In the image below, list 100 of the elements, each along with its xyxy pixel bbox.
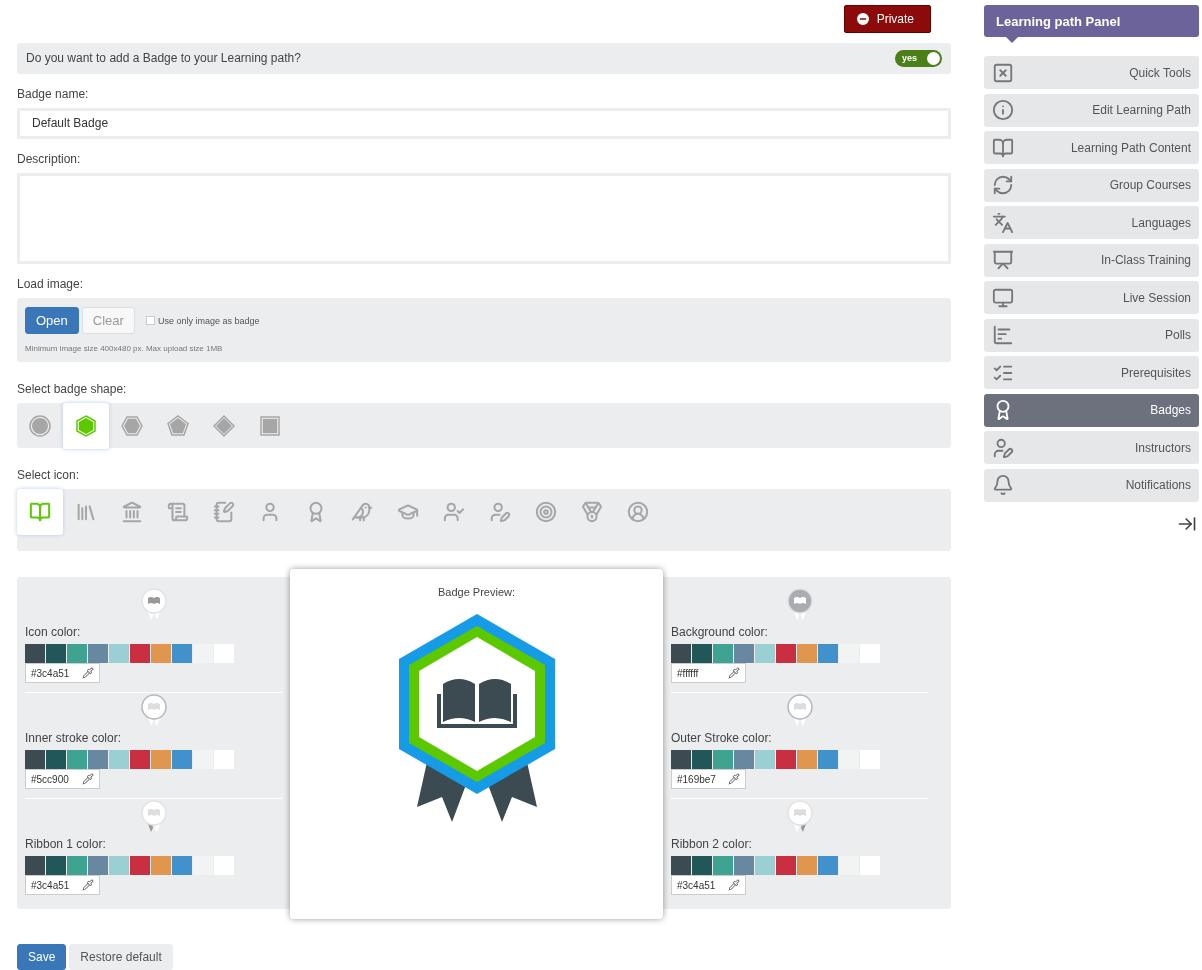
building-icon [121,501,143,524]
color-swatch[interactable] [67,750,87,769]
hexagon-shape-icon [74,413,98,438]
hex-color-field[interactable]: #3c4a51 [671,875,746,895]
color-swatch[interactable] [755,856,775,875]
color-swatch[interactable] [109,644,129,663]
color-swatch[interactable] [130,856,150,875]
color-swatch[interactable] [713,856,733,875]
color-swatch[interactable] [734,644,754,663]
color-swatch[interactable] [692,750,712,769]
field-label: Select icon: [17,468,81,483]
sidebar-item[interactable]: Badges [984,393,1199,427]
color-swatch[interactable] [109,750,129,769]
sidebar-item[interactable]: Group Courses [984,168,1199,202]
sidebar-item[interactable]: Edit Learning Path [984,93,1199,127]
color-swatch[interactable] [109,856,129,875]
toggle-switch[interactable]: yes [895,49,942,67]
color-swatch[interactable] [46,644,66,663]
color-swatch[interactable] [755,644,775,663]
color-swatch[interactable] [172,856,192,875]
color-swatch[interactable] [671,750,691,769]
hex-color-field[interactable]: #ffffff [671,663,746,683]
color-swatch[interactable] [776,856,796,875]
color-swatch[interactable] [88,856,108,875]
color-swatch[interactable] [692,856,712,875]
book-icon [992,136,1014,159]
color-swatch[interactable] [67,644,87,663]
panel-title: Learning path Panel [984,5,1199,37]
color-swatch[interactable] [151,856,171,875]
bell-icon [992,474,1014,496]
color-swatch[interactable] [67,856,87,875]
color-swatch[interactable] [193,644,213,663]
color-swatch[interactable] [839,856,859,875]
save-button[interactable]: Save [17,944,67,970]
color-swatch[interactable] [193,750,213,769]
color-swatch[interactable] [818,644,838,663]
sidebar-item[interactable]: In-Class Training [984,243,1199,277]
hex-color-field[interactable]: #3c4a51 [25,875,100,895]
sidebar-item[interactable]: Learning Path Content [984,131,1199,164]
color-swatch[interactable] [130,644,150,663]
color-swatch[interactable] [671,856,691,875]
color-swatch[interactable] [755,750,775,769]
color-swatch[interactable] [88,750,108,769]
sidebar-item[interactable]: Languages [984,206,1199,239]
color-swatch[interactable] [713,644,733,663]
checkbox-label: Use only image as badge [157,315,260,326]
icon-option[interactable] [17,489,63,536]
sidebar-item[interactable]: Notifications [984,468,1199,502]
hex-color-field[interactable]: #3c4a51 [25,663,100,683]
color-swatch[interactable] [25,644,45,663]
mini-badge-icon [785,587,814,621]
document-icon [213,501,235,524]
color-swatch[interactable] [151,750,171,769]
color-swatch[interactable] [692,644,712,663]
color-swatch[interactable] [713,750,733,769]
shape-option[interactable] [63,402,109,449]
hex-color-field[interactable]: #169be7 [671,769,746,789]
color-swatch[interactable] [46,750,66,769]
color-swatch[interactable] [172,750,192,769]
color-swatch[interactable] [797,750,817,769]
eyedropper-icon[interactable] [728,879,740,891]
color-swatch[interactable] [46,856,66,875]
eyedropper-icon[interactable] [82,879,94,891]
color-swatch[interactable] [734,856,754,875]
hex-color-field[interactable]: #5cc900 [25,769,100,789]
eyedropper-icon[interactable] [728,667,740,679]
color-swatch[interactable] [839,644,859,663]
sidebar-item[interactable]: Instructors [984,431,1199,464]
eyedropper-icon[interactable] [82,773,94,785]
private-button[interactable]: Private [843,5,931,33]
color-swatch[interactable] [25,750,45,769]
color-swatch[interactable] [151,644,171,663]
collapse-icon[interactable] [1177,514,1197,534]
color-swatch[interactable] [839,750,859,769]
eyedropper-icon[interactable] [82,667,94,679]
sidebar-item[interactable]: Quick Tools [984,56,1199,89]
sidebar-item[interactable]: Prerequisites [984,356,1199,389]
eyedropper-icon[interactable] [728,773,740,785]
languages-icon [992,211,1014,234]
checkbox[interactable] [145,316,155,326]
sidebar-item[interactable]: Polls [984,318,1199,352]
color-swatch[interactable] [193,856,213,875]
open-button[interactable]: Open [25,307,79,335]
color-swatch[interactable] [776,644,796,663]
color-swatch[interactable] [25,856,45,875]
color-swatch[interactable] [818,856,838,875]
color-swatch[interactable] [818,750,838,769]
badge-name-field[interactable]: Default Badge [17,107,951,139]
color-swatch[interactable] [130,750,150,769]
color-swatch[interactable] [88,644,108,663]
diamond-shape-icon [212,413,236,438]
sidebar-item[interactable]: Live Session [984,281,1199,314]
crossed-box-icon [992,61,1014,84]
color-swatch[interactable] [776,750,796,769]
color-swatch[interactable] [172,644,192,663]
restore-default-button[interactable]: Restore default [69,944,173,970]
color-swatch[interactable] [734,750,754,769]
color-swatch[interactable] [797,856,817,875]
color-swatch[interactable] [797,644,817,663]
color-swatch[interactable] [671,644,691,663]
